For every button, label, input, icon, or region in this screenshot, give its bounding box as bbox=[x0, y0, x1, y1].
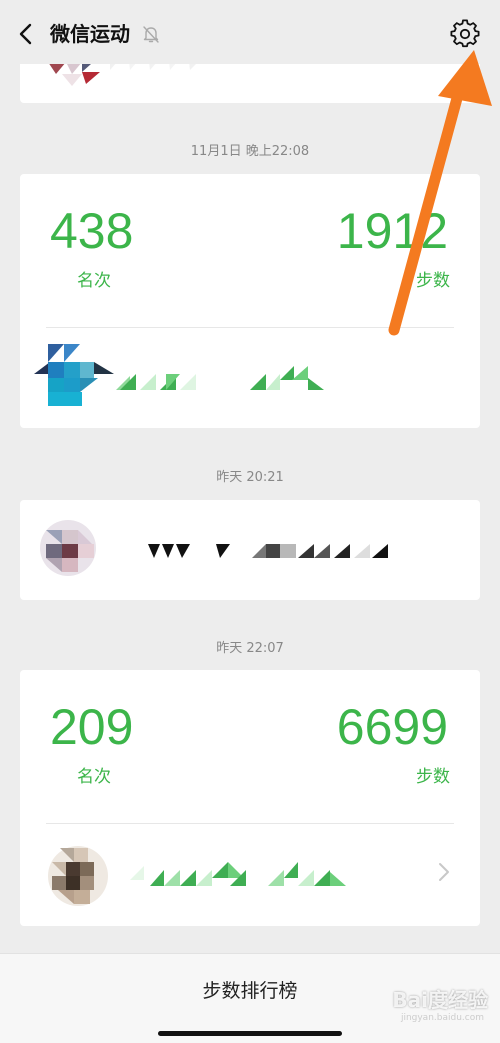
timestamp: 昨天 22:07 bbox=[216, 641, 284, 656]
divider bbox=[46, 823, 454, 824]
steps-label: 步数 bbox=[416, 271, 450, 291]
page-title: 微信运动 bbox=[50, 22, 130, 46]
rank-card[interactable]: 209 名次 6699 步数 bbox=[20, 670, 480, 926]
watermark: Bai度经验 bbox=[392, 988, 488, 1012]
redacted-avatar-mosaic bbox=[40, 520, 96, 576]
redacted-name-mosaic bbox=[116, 366, 324, 390]
home-indicator bbox=[158, 1031, 342, 1036]
bell-off-icon bbox=[143, 26, 159, 43]
redacted-name-mosaic bbox=[130, 862, 346, 886]
timestamp: 11月1日 晚上22:08 bbox=[190, 144, 310, 159]
feed-card[interactable] bbox=[20, 500, 480, 600]
chevron-left-icon[interactable] bbox=[14, 20, 40, 48]
redacted-name-mosaic bbox=[148, 544, 388, 558]
steps-value: 6699 bbox=[336, 699, 448, 755]
rank-card[interactable]: 438 名次 1912 步数 bbox=[20, 174, 480, 428]
chevron-right-icon bbox=[439, 863, 449, 881]
rank-label: 名次 bbox=[77, 767, 111, 787]
steps-label: 步数 bbox=[416, 767, 450, 787]
gear-icon[interactable] bbox=[450, 19, 480, 49]
rank-value: 209 bbox=[50, 699, 134, 755]
watermark-url: jingyan.baidu.com bbox=[400, 1013, 484, 1023]
timestamp: 昨天 20:21 bbox=[216, 470, 284, 485]
top-nav-bar: 微信运动 bbox=[0, 0, 500, 64]
divider bbox=[46, 327, 454, 328]
redacted-avatar-mosaic bbox=[34, 344, 114, 406]
rank-value: 438 bbox=[50, 203, 134, 259]
rank-label: 名次 bbox=[77, 271, 111, 291]
redacted-avatar-mosaic bbox=[48, 846, 108, 906]
steps-value: 1912 bbox=[336, 203, 448, 259]
